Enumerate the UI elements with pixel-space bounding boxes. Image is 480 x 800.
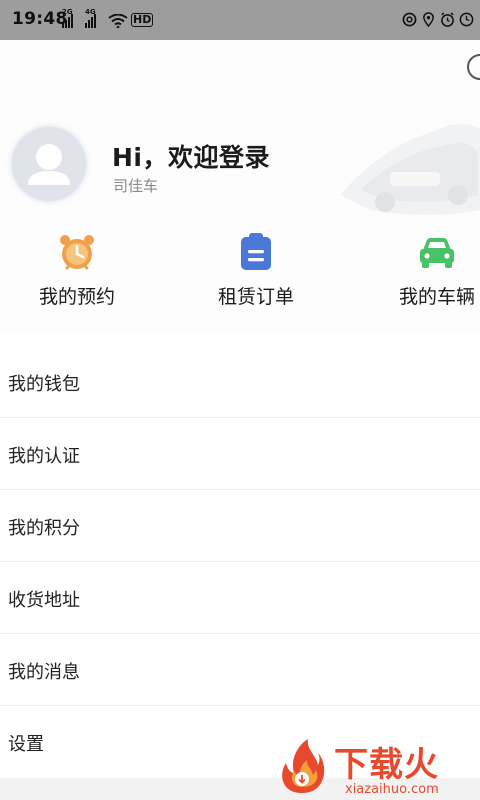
header-action-icon[interactable] bbox=[467, 54, 480, 80]
car-icon bbox=[420, 238, 454, 268]
signal-icon: 4G bbox=[85, 8, 96, 28]
signal-icon: 2G bbox=[62, 8, 73, 28]
rental-orders-button[interactable]: 租赁订单 bbox=[191, 232, 321, 309]
my-vehicles-label: 我的车辆 bbox=[398, 286, 475, 308]
watermark: 下载火 xiazaihuo.com bbox=[272, 735, 480, 800]
hd-badge: HD bbox=[131, 13, 154, 27]
watermark-brand: 下载火 bbox=[334, 745, 439, 785]
status-icons bbox=[402, 12, 474, 27]
menu-item-label: 收货地址 bbox=[8, 590, 80, 611]
menu-item-messages[interactable]: 我的消息 bbox=[0, 634, 480, 706]
menu-item-label: 设置 bbox=[8, 734, 44, 755]
alarm-icon bbox=[441, 12, 454, 27]
greeting-text[interactable]: Hi，欢迎登录 bbox=[112, 138, 270, 174]
my-appointments-button[interactable]: 我的预约 bbox=[12, 232, 142, 309]
menu-item-label: 我的消息 bbox=[8, 662, 80, 683]
menu-item-label: 我的钱包 bbox=[8, 374, 80, 395]
menu-item-label: 我的积分 bbox=[8, 518, 80, 539]
menu-item-label: 我的认证 bbox=[8, 446, 80, 467]
clipboard-icon bbox=[241, 233, 271, 270]
status-bar: 19:48 2G 4G HD bbox=[0, 0, 480, 40]
profile-header: Hi，欢迎登录 司佳车 我的预约 租赁订单 我的车辆 bbox=[0, 40, 480, 332]
menu-item-wallet[interactable]: 我的钱包 bbox=[0, 346, 480, 418]
alarm-clock-icon bbox=[60, 235, 94, 270]
avatar[interactable] bbox=[12, 127, 86, 201]
rental-orders-label: 租赁订单 bbox=[217, 286, 294, 308]
watermark-url: xiazaihuo.com bbox=[345, 782, 439, 797]
menu-list: 我的钱包 我的认证 我的积分 收货地址 我的消息 设置 bbox=[0, 346, 480, 778]
flame-logo-icon bbox=[282, 739, 325, 793]
car-background-icon bbox=[340, 124, 480, 215]
status-time: 19:48 bbox=[12, 9, 68, 29]
wifi-icon bbox=[108, 14, 128, 28]
at-icon bbox=[402, 12, 417, 27]
app-name: 司佳车 bbox=[113, 177, 159, 195]
clock-icon bbox=[459, 12, 474, 27]
my-appointments-label: 我的预约 bbox=[38, 286, 115, 308]
my-vehicles-button[interactable]: 我的车辆 bbox=[372, 232, 480, 309]
page: 19:48 2G 4G HD Hi，欢迎登录 司佳车 我的预约 租赁订单 我的车… bbox=[0, 0, 480, 800]
menu-item-address[interactable]: 收货地址 bbox=[0, 562, 480, 634]
menu-item-points[interactable]: 我的积分 bbox=[0, 490, 480, 562]
location-icon bbox=[423, 12, 434, 27]
menu-item-verification[interactable]: 我的认证 bbox=[0, 418, 480, 490]
user-icon bbox=[28, 144, 70, 185]
